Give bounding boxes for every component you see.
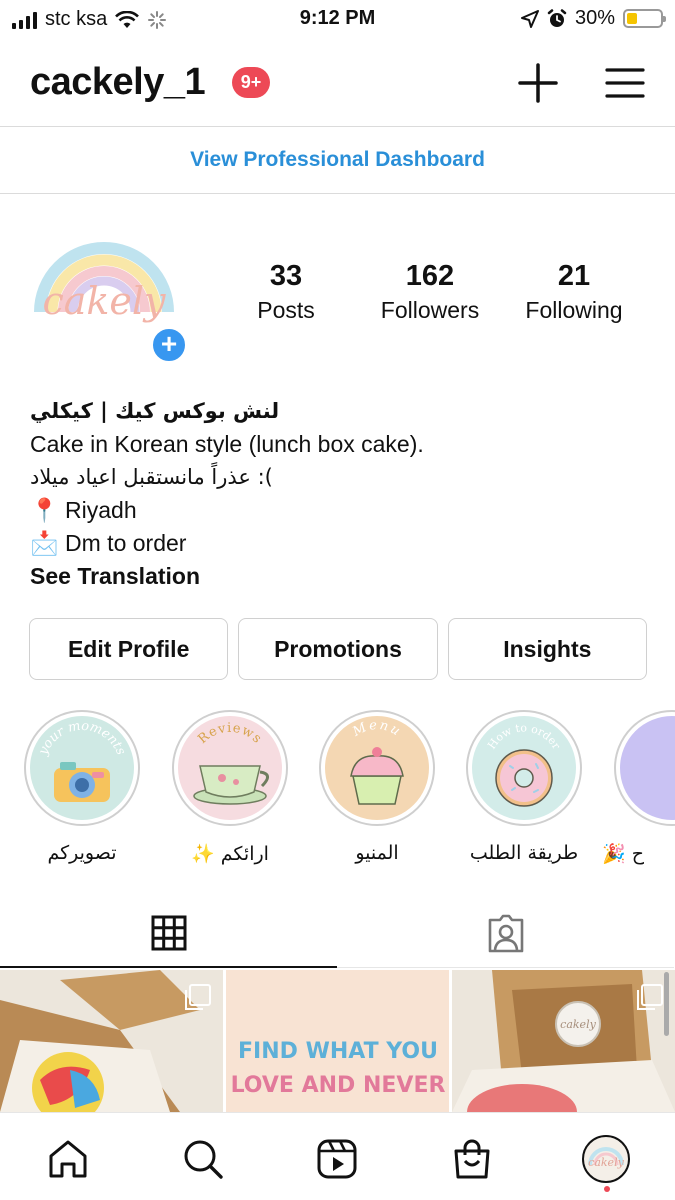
multiple-photos-icon — [185, 984, 211, 1010]
insights-button[interactable]: Insights — [447, 618, 647, 680]
battery-icon — [623, 9, 666, 28]
profile-bio: لنش بوكس كيك | كيكلي Cake in Korean styl… — [30, 395, 650, 593]
scrollbar[interactable] — [664, 972, 669, 1036]
highlight-label: ✨ ارائكم — [191, 843, 269, 865]
highlight-label: تصويركم — [47, 842, 117, 864]
highlight-label: 🎉 ح — [602, 843, 644, 865]
grid-post[interactable]: FIND WHAT YOU LOVE AND NEVER — [226, 970, 449, 1112]
bio-line-location: 📍 Riyadh — [30, 497, 137, 523]
following-stat[interactable]: 21 Following — [508, 260, 640, 324]
grid-post[interactable]: cakely — [452, 970, 675, 1112]
see-translation-link[interactable]: See Translation — [30, 560, 650, 593]
add-story-button[interactable]: + — [150, 326, 188, 364]
post-text-card: FIND WHAT YOU LOVE AND NEVER — [226, 970, 449, 1112]
story-highlights: your moments تصويركم Reviews ✨ ارائكم Me… — [0, 710, 675, 870]
bottom-navigation: cakely — [0, 1112, 675, 1200]
home-icon — [49, 1140, 87, 1178]
posts-count: 33 — [269, 260, 303, 292]
avatar-logo-text: cakely — [42, 279, 166, 323]
followers-count: 162 — [405, 260, 455, 292]
highlight-label: المنيو — [355, 842, 399, 864]
alarm-icon — [547, 8, 567, 27]
profile-tabs — [0, 900, 675, 968]
highlight-cover-image: Reviews — [178, 716, 282, 820]
highlight-cover — [614, 710, 675, 826]
nav-profile[interactable]: cakely — [582, 1135, 630, 1183]
username-title[interactable]: cackely_1 — [30, 61, 206, 104]
posts-label: Posts — [257, 297, 315, 323]
profile-avatar[interactable]: cakely + — [34, 232, 188, 364]
highlight-item[interactable]: Menu المنيو — [307, 710, 447, 864]
nav-avatar-text: cakely — [588, 1156, 624, 1169]
location-arrow-icon — [520, 9, 539, 28]
status-right: 30% — [520, 7, 666, 30]
nav-reels[interactable] — [313, 1135, 361, 1183]
posts-grid: FIND WHAT YOU LOVE AND NEVER cakely — [0, 970, 675, 1112]
highlight-cover-image: your moments — [30, 716, 134, 820]
nav-search[interactable] — [179, 1135, 227, 1183]
profile-notification-dot — [604, 1186, 610, 1192]
post-text-line-2: LOVE AND NEVER — [231, 1073, 446, 1098]
highlight-cover-image — [620, 716, 675, 820]
professional-dashboard-link[interactable]: View Professional Dashboard — [0, 126, 675, 194]
bio-line-contact: 📩 Dm to order — [30, 530, 187, 556]
following-label: Following — [525, 297, 623, 323]
highlight-cover: Reviews — [172, 710, 288, 826]
followers-label: Followers — [380, 297, 480, 323]
highlight-cover-image: Menu — [325, 716, 429, 820]
tagged-person-icon — [488, 914, 523, 952]
search-icon — [184, 1140, 223, 1179]
nav-shop[interactable] — [448, 1135, 496, 1183]
post-sticker-text: cakely — [560, 1018, 596, 1031]
profile-actions: Edit Profile Promotions Insights — [29, 618, 647, 680]
highlight-item[interactable]: How to order طريقة الطلب — [454, 710, 594, 864]
highlight-label: طريقة الطلب — [469, 842, 579, 864]
reels-icon — [317, 1139, 357, 1179]
nav-profile-avatar: cakely — [582, 1135, 630, 1183]
battery-percent: 30% — [574, 7, 615, 29]
bio-name: لنش بوكس كيك | كيكلي — [30, 399, 280, 423]
profile-header: cackely_1 9+ — [0, 55, 675, 115]
following-count: 21 — [557, 260, 591, 292]
tab-tagged[interactable] — [337, 900, 674, 968]
bio-line-description: Cake in Korean style (lunch box cake). — [30, 431, 424, 457]
highlight-item[interactable]: Reviews ✨ ارائكم — [160, 710, 300, 865]
status-bar: stc ksa 9:12 PM 30% — [0, 0, 675, 40]
tab-posts-grid[interactable] — [0, 900, 337, 968]
multiple-photos-icon — [637, 984, 663, 1010]
notification-badge[interactable]: 9+ — [232, 67, 270, 98]
avatar-logo: cakely — [34, 242, 174, 323]
nav-home[interactable] — [44, 1135, 92, 1183]
highlight-item[interactable]: your moments تصويركم — [12, 710, 152, 864]
followers-stat[interactable]: 162 Followers — [368, 260, 492, 324]
highlight-cover-image: How to order — [472, 716, 576, 820]
promotions-button[interactable]: Promotions — [238, 618, 438, 680]
highlight-item[interactable]: 🎉 ح — [602, 710, 675, 865]
shopping-bag-icon — [454, 1139, 490, 1179]
highlight-cover: How to order — [466, 710, 582, 826]
post-text-line-1: FIND WHAT YOU — [238, 1039, 438, 1064]
bio-line-note: ): عذراً مانستقبل اعياد ميلاد — [30, 465, 273, 489]
grid-post[interactable] — [0, 970, 223, 1112]
create-plus-icon[interactable] — [516, 61, 560, 105]
highlight-cover: your moments — [24, 710, 140, 826]
highlight-cover: Menu — [319, 710, 435, 826]
hamburger-menu-icon[interactable] — [603, 61, 647, 105]
posts-stat[interactable]: 33 Posts — [236, 260, 336, 324]
edit-profile-button[interactable]: Edit Profile — [29, 618, 229, 680]
professional-dashboard-label: View Professional Dashboard — [190, 148, 485, 171]
grid-icon — [151, 915, 186, 951]
